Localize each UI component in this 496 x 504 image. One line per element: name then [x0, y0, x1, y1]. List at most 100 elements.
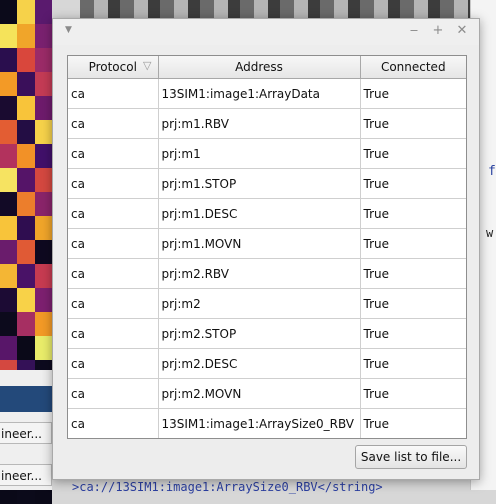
connected-cell: True [359, 318, 466, 349]
connected-cell: True [359, 168, 466, 199]
heatmap-cell [34, 24, 52, 48]
heatmap-cell [17, 192, 35, 216]
connected-cell: True [359, 408, 466, 438]
table-row[interactable]: ca prj:m1.RBV True [68, 108, 466, 139]
save-list-button[interactable]: Save list to file... [355, 445, 467, 469]
heatmap-cell [34, 192, 52, 216]
heatmap-cell [17, 312, 35, 336]
address-cell: prj:m1.MOVN [157, 228, 361, 259]
heatmap-cell [17, 336, 35, 360]
table-row[interactable]: ca prj:m1 True [68, 138, 466, 169]
heatmap-cell [17, 120, 35, 144]
connected-cell: True [359, 258, 466, 289]
heatmap-cell [17, 264, 35, 288]
heatmap-cell [0, 168, 18, 192]
dialog-titlebar[interactable]: ▼ ‒ + ✕ [53, 19, 479, 45]
address-cell: prj:m2.DESC [157, 348, 361, 379]
table-row[interactable]: ca prj:m1.STOP True [68, 168, 466, 199]
table-row[interactable]: ca prj:m2.RBV True [68, 258, 466, 289]
protocol-cell: ca [68, 108, 159, 139]
heatmap-cell [0, 264, 18, 288]
address-cell: prj:m1 [157, 138, 361, 169]
table-header-row: Protocol ▽ Address Connected [68, 56, 466, 79]
protocol-cell: ca [68, 408, 159, 438]
address-cell: prj:m2 [157, 288, 361, 319]
table-body: ca 13SIM1:image1:ArrayData True ca prj:m1.RB… [68, 78, 466, 438]
address-cell: prj:m2.STOP [157, 318, 361, 349]
heatmap-cell [0, 240, 18, 264]
heatmap-cell [34, 96, 52, 120]
connected-cell: True [359, 78, 466, 109]
protocol-cell: ca [68, 168, 159, 199]
connected-cell: True [359, 288, 466, 319]
protocol-cell: ca [68, 228, 159, 259]
background-heatmap [0, 0, 52, 504]
heatmap-cell [34, 336, 52, 360]
table-row[interactable]: ca prj:m2.DESC True [68, 348, 466, 379]
address-cell: prj:m2.RBV [157, 258, 361, 289]
heatmap-cell [17, 144, 35, 168]
heatmap-cell [17, 240, 35, 264]
background-button-2[interactable]: ineer... [0, 464, 52, 486]
heatmap-cell [34, 264, 52, 288]
column-header-address[interactable]: Address [157, 56, 361, 79]
close-icon[interactable]: ✕ [453, 22, 471, 40]
heatmap-cell [17, 72, 35, 96]
connected-cell: True [359, 378, 466, 409]
table-row[interactable]: ca 13SIM1:image1:ArrayData True [68, 78, 466, 109]
heatmap-cell [17, 216, 35, 240]
table-row[interactable]: ca prj:m1.MOVN True [68, 228, 466, 259]
window-menu-icon[interactable]: ▼ [65, 25, 72, 35]
address-cell: prj:m2.MOVN [157, 378, 361, 409]
column-header-label: Address [235, 60, 283, 74]
heatmap-cell [0, 216, 18, 240]
pv-table-frame: Protocol ▽ Address Connected ca 13SIM1:im… [67, 55, 467, 439]
heatmap-cell [34, 288, 52, 312]
background-button-1[interactable]: ineer... [0, 422, 52, 444]
address-cell: prj:m1.STOP [157, 168, 361, 199]
heatmap-cell [34, 312, 52, 336]
protocol-cell: ca [68, 318, 159, 349]
pv-list-dialog: ▼ ‒ + ✕ Protocol ▽ Address Connected ca … [52, 18, 480, 480]
protocol-cell: ca [68, 258, 159, 289]
heatmap-cell [0, 96, 18, 120]
heatmap-cell [17, 24, 35, 48]
connected-cell: True [359, 108, 466, 139]
heatmap-cell [0, 312, 18, 336]
address-cell: 13SIM1:image1:ArrayData [157, 78, 361, 109]
protocol-cell: ca [68, 378, 159, 409]
heatmap-cell [17, 96, 35, 120]
address-cell: 13SIM1:image1:ArraySize0_RBV [157, 408, 361, 438]
column-header-protocol[interactable]: Protocol ▽ [68, 56, 159, 79]
heatmap-cell [0, 144, 18, 168]
background-selection-bar [0, 386, 52, 412]
maximize-icon[interactable]: + [429, 22, 447, 40]
protocol-cell: ca [68, 348, 159, 379]
background-xml-text: >ca://13SIM1:image1:ArraySize0_RBV</stri… [72, 480, 383, 494]
column-header-connected[interactable]: Connected [359, 56, 466, 79]
connected-cell: True [359, 198, 466, 229]
heatmap-cell [34, 120, 52, 144]
protocol-cell: ca [68, 78, 159, 109]
heatmap-cell [0, 24, 18, 48]
heatmap-cell [0, 72, 18, 96]
pv-table: Protocol ▽ Address Connected ca 13SIM1:im… [68, 56, 466, 438]
heatmap-cell [34, 48, 52, 72]
table-row[interactable]: ca prj:m2.STOP True [68, 318, 466, 349]
minimize-icon[interactable]: ‒ [405, 22, 423, 40]
protocol-cell: ca [68, 138, 159, 169]
protocol-cell: ca [68, 198, 159, 229]
address-cell: prj:m1.DESC [157, 198, 361, 229]
heatmap-cell [34, 0, 52, 24]
table-row[interactable]: ca 13SIM1:image1:ArraySize0_RBV True [68, 408, 466, 438]
table-row[interactable]: ca prj:m1.DESC True [68, 198, 466, 229]
heatmap-cell [17, 0, 35, 24]
table-row[interactable]: ca prj:m2.MOVN True [68, 378, 466, 409]
background-code-fragment-2: w [486, 226, 494, 240]
heatmap-cell [34, 168, 52, 192]
table-row[interactable]: ca prj:m2 True [68, 288, 466, 319]
heatmap-cell [17, 168, 35, 192]
heatmap-cell [0, 288, 18, 312]
column-header-label: Connected [380, 60, 446, 74]
heatmap-cell [17, 288, 35, 312]
